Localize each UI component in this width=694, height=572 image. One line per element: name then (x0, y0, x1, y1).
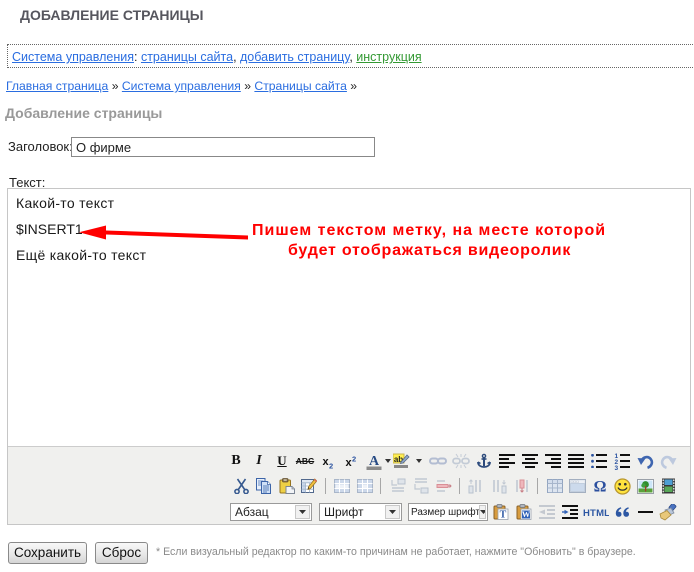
svg-text:T: T (500, 510, 507, 521)
svg-text:W: W (522, 509, 531, 519)
svg-text:Ω: Ω (594, 479, 607, 495)
svg-text:3: 3 (615, 465, 619, 470)
svg-text:HTML: HTML (583, 508, 609, 517)
svg-text:2: 2 (352, 454, 356, 463)
svg-text:2: 2 (329, 461, 333, 469)
